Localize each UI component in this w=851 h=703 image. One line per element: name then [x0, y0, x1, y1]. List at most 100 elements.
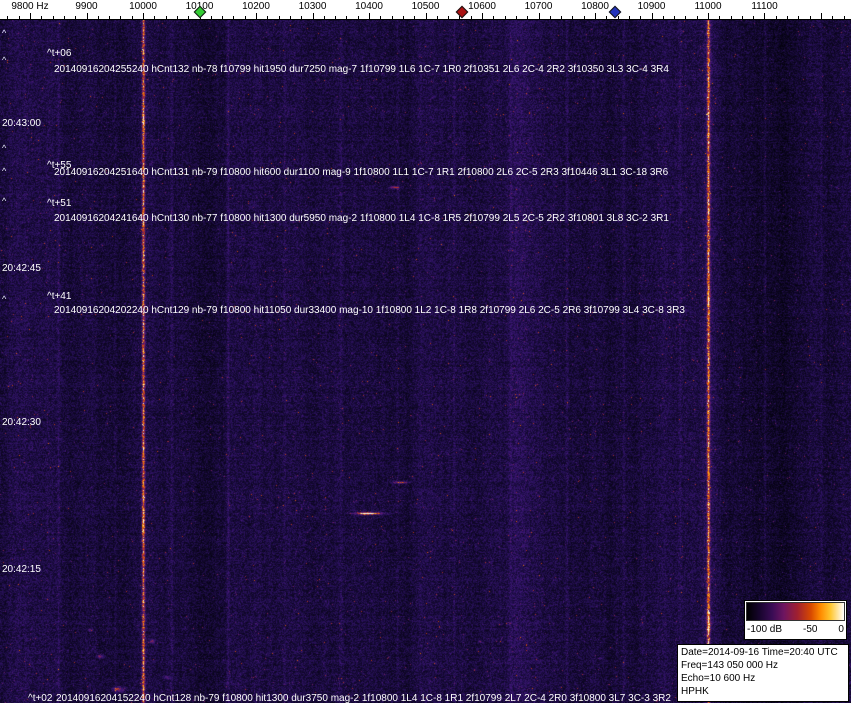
freq-minor-tick	[471, 16, 472, 19]
freq-tick-label-10800: 10800	[581, 1, 609, 12]
freq-minor-tick	[505, 16, 506, 19]
freq-minor-tick	[290, 16, 291, 19]
freq-tick-label-10900: 10900	[637, 1, 666, 12]
freq-major-tick	[256, 13, 257, 19]
freq-major-tick	[652, 13, 653, 19]
freq-minor-tick	[211, 16, 212, 19]
freq-minor-tick	[98, 16, 99, 19]
freq-tick-label-9900: 9900	[75, 1, 98, 12]
freq-major-tick	[87, 13, 88, 19]
freq-minor-tick	[448, 16, 449, 19]
freq-major-tick	[426, 13, 427, 19]
freq-minor-tick	[753, 16, 754, 19]
freq-minor-tick	[685, 16, 686, 19]
freq-minor-tick	[663, 16, 664, 19]
freq-minor-tick	[358, 16, 359, 19]
freq-minor-tick	[19, 16, 20, 19]
freq-minor-tick	[222, 16, 223, 19]
frequency-axis: 9800 Hz990010000101001020010300104001050…	[0, 0, 851, 20]
freq-tick-label-10700: 10700	[524, 1, 553, 12]
freq-tick-label-10600: 10600	[468, 1, 496, 12]
colorbar-min-label: -100 dB	[747, 624, 783, 635]
freq-minor-tick	[493, 16, 494, 19]
freq-tick-label-9800: 9800 Hz	[11, 1, 49, 12]
meteor-spectrogram-app: 20:43:00 20:42:45 20:42:30 20:42:15 ^ ^ ^ ^ ^ ^ ^t…	[0, 0, 851, 703]
freq-major-tick	[143, 13, 144, 19]
info-frequency: Freq=143 050 000 Hz	[681, 660, 779, 671]
info-station-code: HPHK	[681, 686, 709, 697]
freq-minor-tick	[177, 16, 178, 19]
freq-minor-tick	[731, 16, 732, 19]
freq-minor-tick	[64, 16, 65, 19]
freq-minor-tick	[154, 16, 155, 19]
freq-minor-tick	[233, 16, 234, 19]
freq-minor-tick	[697, 16, 698, 19]
freq-tick-label-10200: 10200	[242, 1, 270, 12]
freq-minor-tick	[640, 16, 641, 19]
freq-minor-tick	[188, 16, 189, 19]
freq-minor-tick	[437, 16, 438, 19]
freq-minor-tick	[335, 16, 336, 19]
freq-minor-tick	[787, 16, 788, 19]
freq-minor-tick	[584, 16, 585, 19]
colorbar-max-label: 0	[838, 624, 844, 635]
info-date-time: Date=2014-09-16 Time=20:40 UTC	[681, 647, 838, 658]
freq-minor-tick	[572, 16, 573, 19]
freq-minor-tick	[132, 16, 133, 19]
freq-tick-label-11000: 11000	[694, 1, 722, 12]
freq-minor-tick	[279, 16, 280, 19]
freq-minor-tick	[742, 16, 743, 19]
freq-minor-tick	[324, 16, 325, 19]
colorbar-labels: -100 dB -50 0	[745, 622, 846, 637]
freq-minor-tick	[267, 16, 268, 19]
freq-major-tick	[313, 13, 314, 19]
freq-major-tick	[369, 13, 370, 19]
freq-minor-tick	[527, 16, 528, 19]
freq-major-tick	[595, 13, 596, 19]
freq-major-tick	[764, 13, 765, 19]
freq-minor-tick	[109, 16, 110, 19]
freq-major-tick	[30, 13, 31, 19]
freq-minor-tick	[561, 16, 562, 19]
freq-minor-tick	[844, 16, 845, 19]
freq-minor-tick	[618, 16, 619, 19]
freq-minor-tick	[166, 16, 167, 19]
freq-minor-tick	[776, 16, 777, 19]
freq-minor-tick	[380, 16, 381, 19]
freq-tick-label-10000: 10000	[129, 1, 157, 12]
freq-minor-tick	[606, 16, 607, 19]
freq-major-tick	[708, 13, 709, 19]
spectrogram-canvas[interactable]	[0, 20, 851, 703]
freq-minor-tick	[245, 16, 246, 19]
colorbar: -100 dB -50 0	[744, 600, 847, 640]
freq-minor-tick	[719, 16, 720, 19]
freq-minor-tick	[414, 16, 415, 19]
freq-minor-tick	[674, 16, 675, 19]
freq-minor-tick	[392, 16, 393, 19]
freq-tick-label-11100: 11100	[751, 1, 778, 12]
info-echo-frequency: Echo=10 600 Hz	[681, 673, 756, 684]
freq-minor-tick	[516, 16, 517, 19]
freq-minor-tick	[403, 16, 404, 19]
freq-minor-tick	[629, 16, 630, 19]
freq-minor-tick	[7, 16, 8, 19]
freq-tick-label-10300: 10300	[298, 1, 327, 12]
freq-minor-tick	[832, 16, 833, 19]
freq-major-tick	[482, 13, 483, 19]
freq-minor-tick	[75, 16, 76, 19]
freq-tick-label-10400: 10400	[355, 1, 383, 12]
colorbar-gradient	[746, 602, 845, 621]
freq-minor-tick	[120, 16, 121, 19]
freq-major-tick	[539, 13, 540, 19]
freq-minor-tick	[810, 16, 811, 19]
freq-minor-tick	[346, 16, 347, 19]
freq-minor-tick	[301, 16, 302, 19]
freq-tick-label-10500: 10500	[411, 1, 440, 12]
status-info-box: Date=2014-09-16 Time=20:40 UTC Freq=143 …	[677, 644, 849, 702]
freq-minor-tick	[550, 16, 551, 19]
freq-minor-tick	[53, 16, 54, 19]
colorbar-mid-label: -50	[803, 624, 818, 635]
freq-minor-tick	[798, 16, 799, 19]
freq-major-tick	[821, 13, 822, 19]
freq-minor-tick	[41, 16, 42, 19]
